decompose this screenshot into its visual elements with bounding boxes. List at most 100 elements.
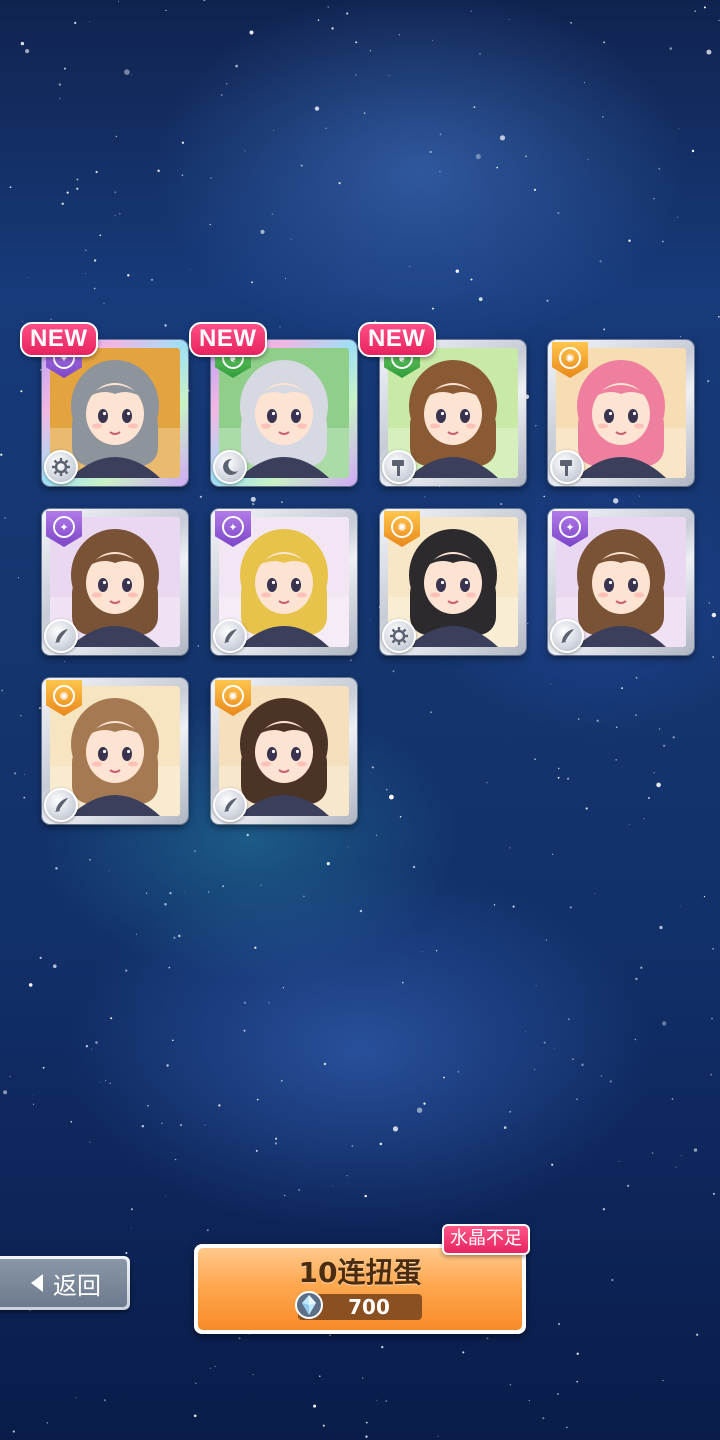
star (379, 1142, 383, 1146)
star (712, 947, 715, 950)
star (663, 744, 666, 747)
star (546, 299, 549, 302)
ten-pull-gacha-button[interactable]: 10连扭蛋 700 (194, 1244, 526, 1334)
star (543, 495, 545, 498)
card-slot-7[interactable]: ✺ (380, 509, 526, 655)
hammer-icon (382, 450, 416, 484)
back-button[interactable]: 返回 (0, 1256, 130, 1310)
star (493, 904, 496, 906)
star (545, 939, 548, 941)
hammer-icon (550, 450, 584, 484)
star (119, 213, 121, 215)
card-slot-8[interactable]: ✦ (548, 509, 694, 655)
star (710, 1073, 713, 1076)
star (61, 202, 64, 205)
star (238, 1337, 241, 1340)
star (22, 321, 23, 322)
star (184, 891, 186, 893)
star (322, 1424, 325, 1427)
star (246, 833, 249, 837)
star (662, 240, 664, 243)
star (76, 187, 79, 190)
star (662, 1021, 667, 1026)
star (125, 969, 128, 972)
star (4, 517, 6, 519)
star (338, 182, 341, 185)
star (457, 1070, 460, 1073)
rocket-icon (44, 788, 78, 822)
star (550, 683, 552, 685)
star (470, 278, 473, 281)
star (19, 714, 22, 717)
star (509, 847, 511, 849)
star (693, 1148, 698, 1152)
card-slot-2[interactable]: ❦ NEW (189, 322, 357, 486)
star (195, 1382, 197, 1384)
star (599, 260, 602, 263)
star (603, 328, 606, 331)
star (118, 0, 119, 2)
star (127, 274, 130, 277)
star (583, 81, 585, 83)
star (615, 726, 618, 729)
star (635, 977, 638, 981)
star (527, 622, 529, 624)
star (332, 1185, 333, 1187)
star (91, 1048, 92, 1050)
star (375, 834, 378, 837)
star (611, 1278, 614, 1282)
star (147, 1104, 149, 1107)
star (180, 1124, 182, 1127)
star (437, 1435, 439, 1437)
star (576, 1380, 579, 1383)
card-slot-9[interactable]: ✺ (42, 678, 188, 824)
star (169, 892, 172, 895)
star (331, 27, 334, 30)
star (59, 97, 61, 100)
star (298, 1189, 300, 1191)
star (557, 776, 560, 779)
card-slot-6[interactable]: ✦ (211, 509, 357, 655)
star (124, 69, 130, 75)
gear-icon (382, 619, 416, 653)
card-slot-10[interactable]: ✺ (211, 678, 357, 824)
star (9, 186, 12, 189)
star (74, 21, 77, 24)
star (93, 287, 96, 290)
star (707, 380, 710, 383)
star (381, 1345, 384, 1349)
star (218, 1104, 221, 1107)
star (399, 815, 402, 818)
star (602, 1208, 606, 1211)
star (628, 239, 631, 242)
star (27, 277, 29, 278)
rocket-icon (550, 619, 584, 653)
card-slot-5[interactable]: ✦ (42, 509, 188, 655)
star (680, 905, 681, 907)
star (100, 1082, 101, 1083)
star (243, 1029, 246, 1032)
star (470, 10, 472, 12)
star (197, 645, 200, 647)
star (708, 602, 710, 604)
star (680, 1155, 682, 1157)
star (455, 269, 459, 273)
star (712, 1192, 715, 1195)
star (473, 106, 476, 108)
star (572, 1058, 574, 1061)
rocket-icon (44, 619, 78, 653)
card-slot-3[interactable]: ❦ NEW (358, 322, 526, 486)
star (558, 1322, 561, 1326)
star (20, 41, 25, 46)
star (364, 1194, 367, 1198)
star (203, 0, 206, 2)
star (486, 1337, 489, 1340)
card-slot-1[interactable]: ✦ NEW (20, 322, 188, 486)
star (0, 453, 3, 456)
card-slot-4[interactable]: ✺ (548, 340, 694, 486)
star (551, 1163, 554, 1166)
star (576, 1352, 579, 1356)
star (365, 1435, 368, 1438)
star (323, 1062, 327, 1066)
star (385, 1400, 387, 1402)
